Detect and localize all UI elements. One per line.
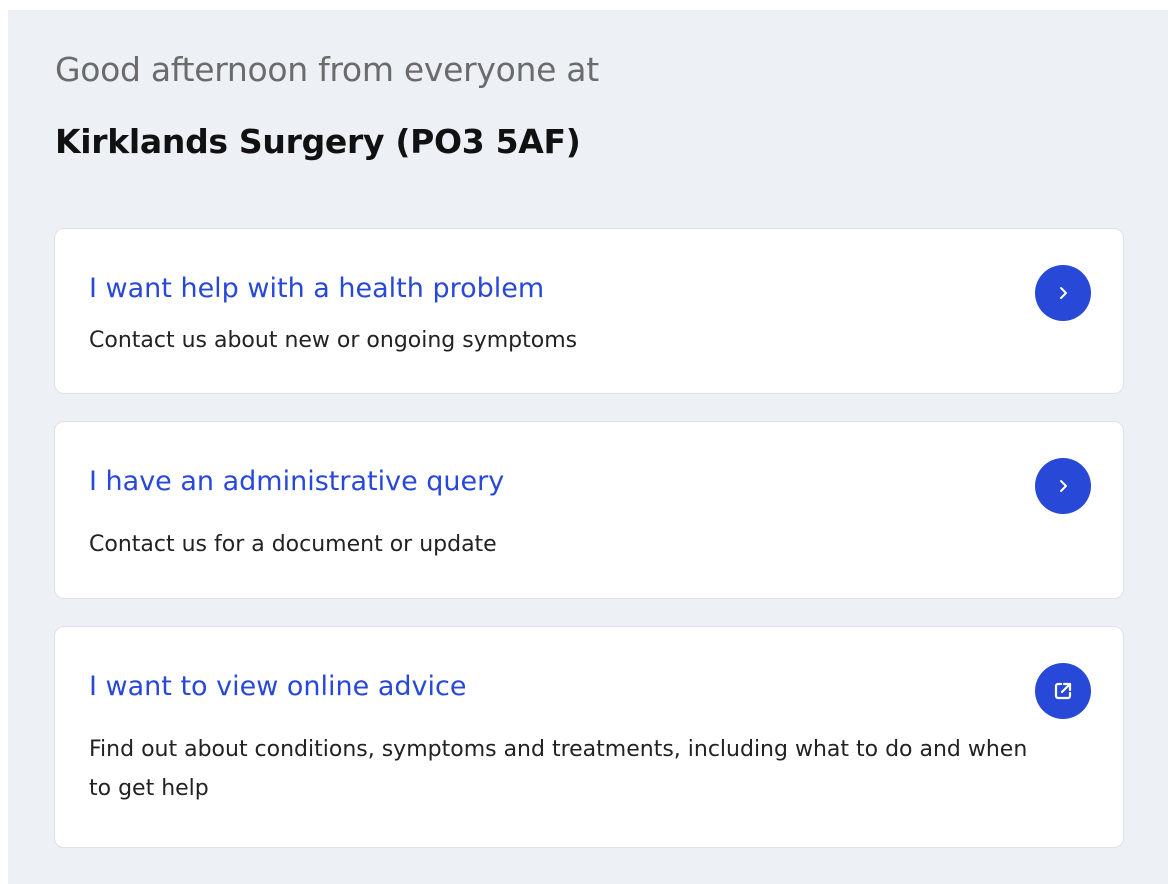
- health-problem-option-card[interactable]: I want help with a health problem Contac…: [54, 228, 1124, 394]
- health-problem-option-description: Contact us about new or ongoing symptoms: [89, 328, 578, 353]
- contact-options-panel: Good afternoon from everyone at Kirkland…: [8, 10, 1168, 884]
- external-link-icon[interactable]: [1035, 663, 1091, 719]
- administrative-query-option-card[interactable]: I have an administrative query Contact u…: [54, 421, 1124, 599]
- greeting-text: Good afternoon from everyone at: [55, 50, 599, 89]
- online-advice-option-description: Find out about conditions, symptoms and …: [89, 737, 1028, 801]
- health-problem-option-title[interactable]: I want help with a health problem: [89, 273, 544, 304]
- administrative-query-option-description: Contact us for a document or update: [89, 532, 497, 557]
- online-advice-option-title[interactable]: I want to view online advice: [89, 671, 466, 702]
- chevron-right-icon[interactable]: [1035, 265, 1091, 321]
- surgery-name-heading: Kirklands Surgery (PO3 5AF): [55, 122, 581, 161]
- online-advice-option-card[interactable]: I want to view online advice Find out ab…: [54, 626, 1124, 848]
- chevron-right-icon[interactable]: [1035, 458, 1091, 514]
- administrative-query-option-title[interactable]: I have an administrative query: [89, 466, 504, 497]
